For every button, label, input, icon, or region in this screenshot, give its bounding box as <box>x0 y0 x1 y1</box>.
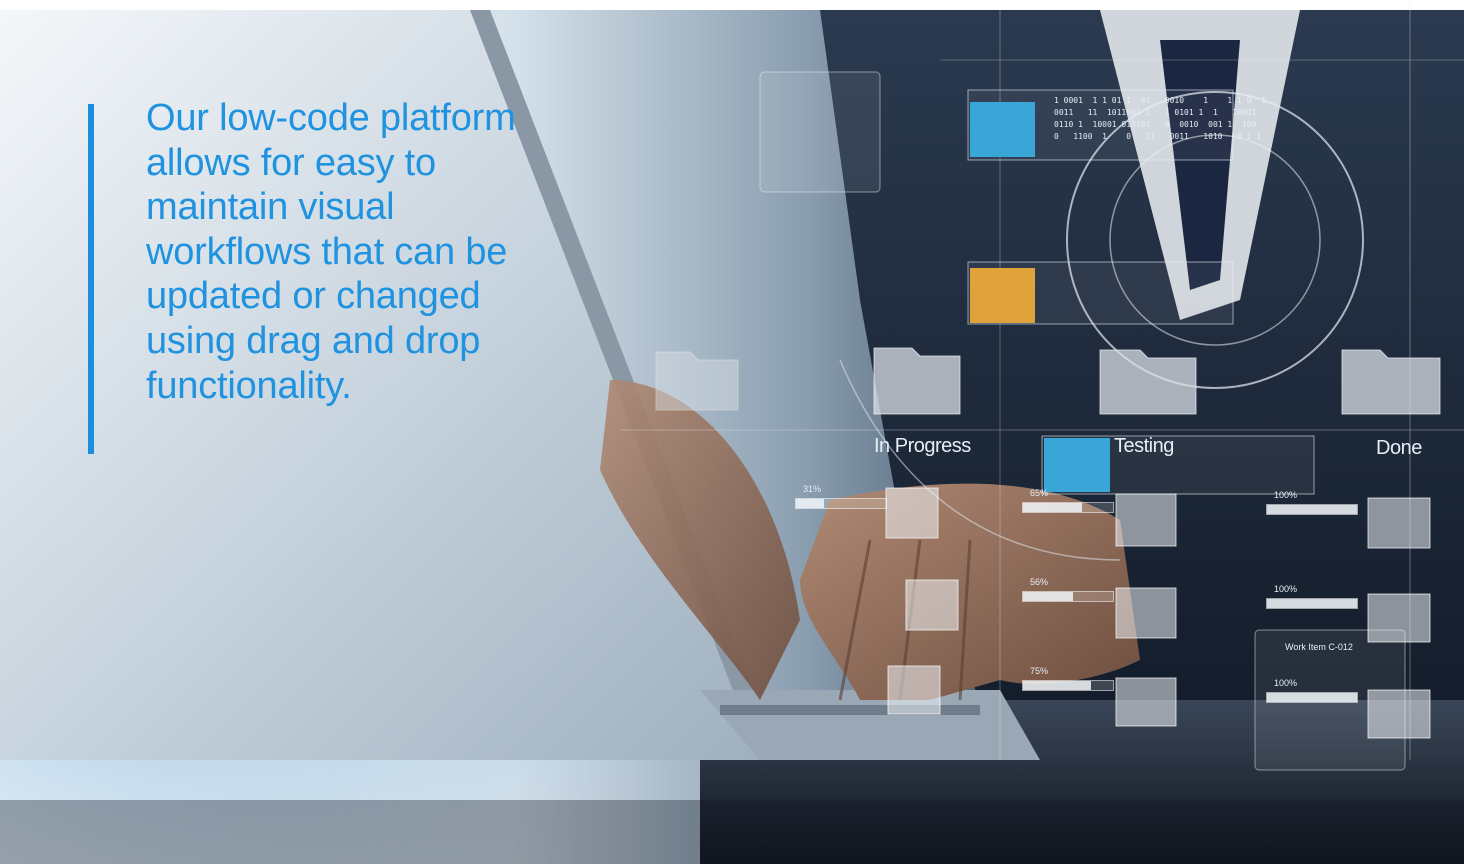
workflow-column-testing: Testing <box>1114 435 1174 457</box>
progress-label: 31% <box>803 484 822 494</box>
progress-label: 75% <box>1030 666 1049 676</box>
workflow-column-in-progress: In Progress <box>874 435 971 457</box>
progress-fill <box>1023 503 1082 512</box>
progress-fill <box>1267 505 1357 514</box>
progress-label: 65% <box>1030 488 1049 498</box>
progress-label: 100% <box>1274 678 1298 688</box>
binary-line-4: 0 1100 1 0 11 0011 1010 0 1 1 <box>1054 132 1262 141</box>
progress-label: 56% <box>1030 577 1049 587</box>
binary-line-2: 0011 11 1011001 1 1 0101 1 1 10001 <box>1054 108 1257 117</box>
progress-track <box>1266 598 1358 609</box>
progress-track <box>795 498 887 509</box>
progress-track <box>1022 502 1114 513</box>
progress-fill <box>1023 592 1074 601</box>
binary-line-1: 1 0001 1 1 01 1 01 0010 1 1 1 0 1 <box>1054 96 1266 105</box>
progress-fill <box>796 499 824 508</box>
progress-track <box>1022 680 1114 691</box>
progress-fill <box>1267 693 1357 702</box>
progress-label: 100% <box>1274 584 1298 594</box>
quote-text: Our low-code platform allows for easy to… <box>146 97 516 407</box>
progress-track <box>1266 692 1358 703</box>
work-item-label: Work Item C-012 <box>1285 642 1353 652</box>
progress-fill <box>1267 599 1357 608</box>
progress-track <box>1266 504 1358 515</box>
quote-accent-bar <box>88 104 94 454</box>
workflow-column-done: Done <box>1376 437 1422 459</box>
progress-track <box>1022 591 1114 602</box>
progress-fill <box>1023 681 1091 690</box>
progress-label: 100% <box>1274 490 1298 500</box>
binary-line-3: 0110 1 10001 010101 0 0010 001 1 100 <box>1054 120 1257 129</box>
